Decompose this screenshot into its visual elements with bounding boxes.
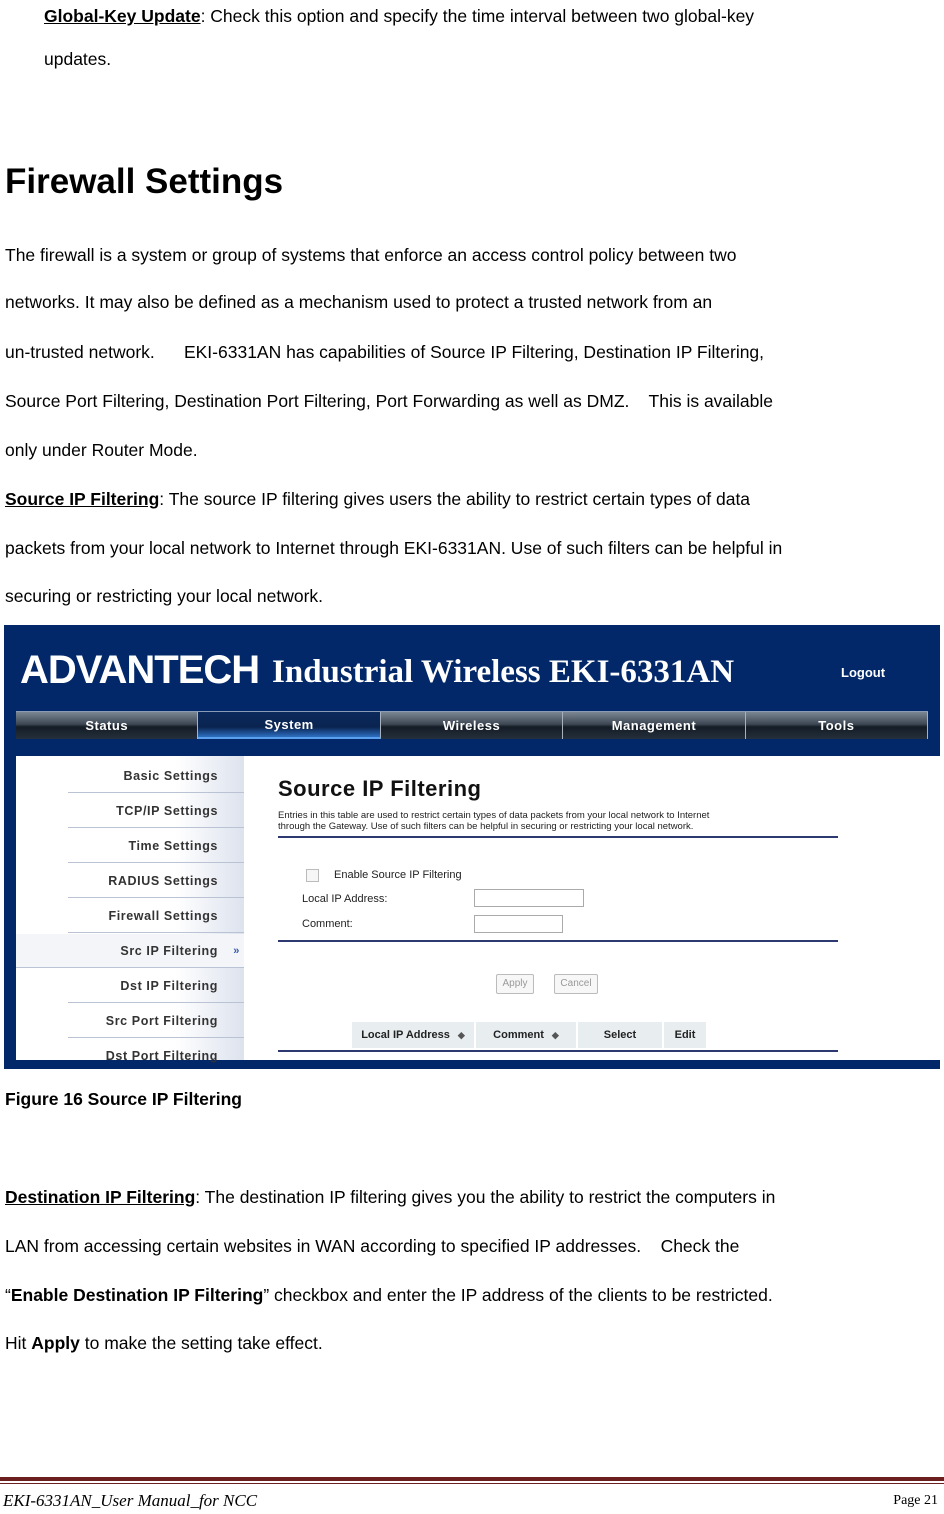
divider xyxy=(278,940,838,942)
destination-ip-line: “Enable Destination IP Filtering” checkb… xyxy=(5,1285,773,1305)
local-ip-input[interactable] xyxy=(474,889,584,907)
footer-rule xyxy=(0,1483,944,1484)
sidebar-item-basic-settings[interactable]: Basic Settings xyxy=(68,759,244,793)
column-comment[interactable]: Comment ◆ xyxy=(476,1022,578,1048)
advantech-logo: ADVANTECH xyxy=(20,648,260,692)
sort-icon: ◆ xyxy=(551,1029,559,1040)
page-description: Entries in this table are used to restri… xyxy=(278,810,709,832)
cancel-button[interactable]: Cancel xyxy=(554,974,598,994)
column-label: Local IP Address xyxy=(361,1029,450,1041)
enable-source-ip-filtering-checkbox[interactable] xyxy=(306,869,319,882)
bold-text: Enable Destination IP Filtering xyxy=(10,1285,264,1305)
sidebar-item-radius-settings[interactable]: RADIUS Settings xyxy=(68,864,244,898)
firewall-line: Source Port Filtering, Destination Port … xyxy=(5,391,774,411)
destination-ip-paragraph: Destination IP Filtering: The destinatio… xyxy=(5,1187,775,1207)
comment-label: Comment: xyxy=(302,918,353,930)
firewall-line: The firewall is a system or group of sys… xyxy=(5,245,737,265)
text: : The source IP filtering gives users th… xyxy=(159,489,751,509)
text: : Check this option and specify the time… xyxy=(200,6,755,26)
column-select: Select xyxy=(578,1022,664,1048)
sidebar-item-firewall-settings[interactable]: Firewall Settings xyxy=(68,899,244,933)
term-source-ip-filtering: Source IP Filtering xyxy=(5,489,160,509)
tab-wireless[interactable]: Wireless xyxy=(380,712,564,739)
section-title: Firewall Settings xyxy=(5,162,284,201)
page-heading: Source IP Filtering xyxy=(278,776,482,801)
footer-document-title: EKI-6331AN_User Manual_for NCC xyxy=(3,1491,258,1510)
firewall-line: un-trusted network. EKI-6331AN has capab… xyxy=(5,342,765,362)
sidebar-item-time-settings[interactable]: Time Settings xyxy=(68,829,244,863)
term-destination-ip-filtering: Destination IP Filtering xyxy=(5,1187,196,1207)
text: to make the setting take effect. xyxy=(79,1333,323,1353)
column-label: Comment xyxy=(493,1029,544,1041)
divider xyxy=(278,836,838,838)
enable-label: Enable Source IP Filtering xyxy=(334,869,462,881)
global-key-paragraph: Global-Key Update: Check this option and… xyxy=(44,6,754,26)
sort-icon: ◆ xyxy=(457,1029,465,1040)
description-line: through the Gateway. Use of such filters… xyxy=(278,821,694,832)
sidebar-item-src-ip-filtering[interactable]: Src IP Filtering » xyxy=(16,934,244,968)
screenshot-figure: ADVANTECH Industrial Wireless EKI-6331AN… xyxy=(4,625,940,1069)
source-ip-line: packets from your local network to Inter… xyxy=(5,538,783,558)
sidebar-item-src-port-filtering[interactable]: Src Port Filtering xyxy=(68,1004,244,1038)
sidebar-item-dst-ip-filtering[interactable]: Dst IP Filtering xyxy=(68,969,244,1003)
tab-system[interactable]: System xyxy=(198,712,381,739)
divider xyxy=(278,1050,838,1052)
destination-ip-line: LAN from accessing certain websites in W… xyxy=(5,1236,740,1256)
tab-tools[interactable]: Tools xyxy=(745,712,929,739)
apply-button[interactable]: Apply xyxy=(496,974,534,994)
sidebar-item-dst-port-filtering[interactable]: Dst Port Filtering xyxy=(68,1039,244,1069)
description-line: Entries in this table are used to restri… xyxy=(278,810,710,821)
local-ip-label: Local IP Address: xyxy=(302,893,388,905)
sidebar-item-tcpip-settings[interactable]: TCP/IP Settings xyxy=(68,794,244,828)
global-key-paragraph-cont: updates. xyxy=(44,49,112,69)
source-ip-line: securing or restricting your local netwo… xyxy=(5,586,324,606)
tab-management[interactable]: Management xyxy=(563,712,746,739)
sidebar-item-label: Src IP Filtering xyxy=(120,944,218,958)
main-panel: Source IP Filtering Entries in this tabl… xyxy=(278,756,848,1060)
product-title: Industrial Wireless EKI-6331AN xyxy=(272,654,735,690)
destination-ip-line: Hit Apply to make the setting take effec… xyxy=(5,1333,323,1353)
source-ip-paragraph: Source IP Filtering: The source IP filte… xyxy=(5,489,750,509)
text: ” checkbox and enter the IP address of t… xyxy=(263,1285,773,1305)
tab-status[interactable]: Status xyxy=(16,712,199,739)
firewall-line: only under Router Mode. xyxy=(5,440,198,460)
content-area: Basic Settings TCP/IP Settings Time Sett… xyxy=(16,756,940,1063)
logout-link[interactable]: Logout xyxy=(841,665,885,680)
main-nav: Status System Wireless Management Tools xyxy=(16,711,929,739)
bold-text: Apply xyxy=(31,1333,80,1353)
table-header: Local IP Address ◆ Comment ◆ Select Edit xyxy=(352,1022,708,1048)
firewall-line: networks. It may also be defined as a me… xyxy=(5,292,713,312)
column-edit: Edit xyxy=(664,1022,708,1048)
sidebar: Basic Settings TCP/IP Settings Time Sett… xyxy=(16,756,244,1063)
comment-input[interactable] xyxy=(474,915,563,933)
term-global-key-update: Global-Key Update xyxy=(44,6,201,26)
text: : The destination IP filtering gives you… xyxy=(195,1187,776,1207)
figure-caption: Figure 16 Source IP Filtering xyxy=(5,1089,242,1109)
column-local-ip-address[interactable]: Local IP Address ◆ xyxy=(352,1022,476,1048)
double-chevron-right-icon: » xyxy=(233,945,240,957)
footer-page-number: Page 21 xyxy=(893,1493,938,1508)
text: Hit xyxy=(5,1333,32,1353)
footer-rule xyxy=(0,1477,944,1481)
